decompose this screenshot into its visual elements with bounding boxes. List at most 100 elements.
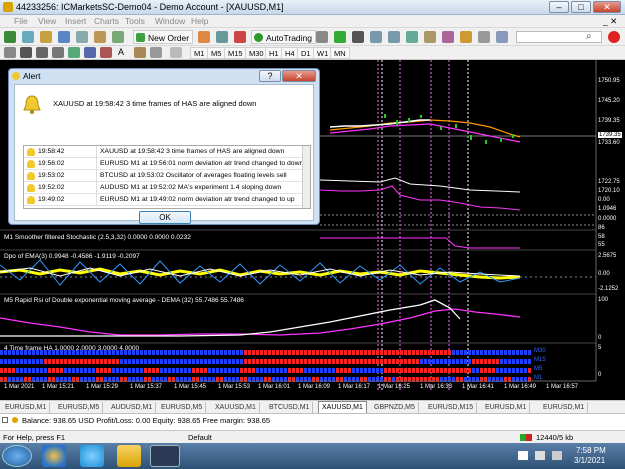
timeframe-mn[interactable]: MN <box>330 47 350 59</box>
list-item[interactable]: 19:58:42 XAUUSD at 19:58:42 3 time frames… <box>24 146 310 158</box>
timeframe-h4[interactable]: H4 <box>281 47 299 59</box>
crosshair-icon[interactable] <box>20 47 32 58</box>
timeframe-d1[interactable]: D1 <box>297 47 315 59</box>
terminal-close-icon[interactable] <box>2 417 8 423</box>
signals-icon[interactable] <box>216 31 228 43</box>
alert-list-scrollbar[interactable] <box>302 146 310 208</box>
zoom-out-icon[interactable] <box>388 31 400 43</box>
chart-tab[interactable]: XAUUSD,M1 <box>212 402 260 413</box>
candle <box>420 115 422 118</box>
menu-view[interactable]: View <box>38 16 56 26</box>
zoom-in-icon[interactable] <box>370 31 382 43</box>
list-item[interactable]: 19:56:02 EURUSD M1 at 19:56:01 norm devia… <box>24 158 310 170</box>
tile-windows-icon[interactable] <box>406 31 418 43</box>
metaeditor-icon[interactable] <box>198 31 210 43</box>
strategy-tester-icon[interactable] <box>112 31 124 43</box>
ha-cell <box>224 350 227 355</box>
timeframe-h1[interactable]: H1 <box>265 47 283 59</box>
periodicity-icon[interactable] <box>170 47 182 58</box>
ha-cell <box>168 350 171 355</box>
terminal-icon[interactable] <box>94 31 106 43</box>
arrows-icon[interactable] <box>150 47 162 58</box>
menu-help[interactable]: Help <box>191 16 208 26</box>
market-icon[interactable] <box>234 31 246 43</box>
ha-cell <box>304 359 307 364</box>
list-item[interactable]: 19:53:02 BTCUSD at 19:53:02 Oscillator of… <box>24 170 310 182</box>
bar-chart-icon[interactable] <box>316 31 328 43</box>
alert-dialog[interactable]: Alert ? ✕ XAUUSD at 19:58:42 3 time fram… <box>8 68 320 225</box>
menu-file[interactable]: File <box>14 16 28 26</box>
timeframe-m15[interactable]: M15 <box>224 47 247 59</box>
chart-tab[interactable]: EURUSD,M1 <box>482 402 531 413</box>
navigator-icon[interactable] <box>76 31 88 43</box>
ha-cell <box>252 350 255 355</box>
chart-tab[interactable]: BTCUSD,M1 <box>266 402 314 413</box>
ha-cell <box>488 359 491 364</box>
ha-cell <box>504 359 507 364</box>
autotrading-button[interactable]: AutoTrading <box>251 30 316 44</box>
text-tool-icon[interactable]: A <box>118 47 130 59</box>
list-item[interactable]: 19:49:02 EURUSD M1 at 19:49:02 norm devia… <box>24 194 310 206</box>
metatrader-taskbar-icon[interactable] <box>150 445 180 467</box>
cursor-icon[interactable] <box>4 47 16 58</box>
alert-title-bar[interactable]: Alert ? ✕ <box>9 69 319 83</box>
chart-tab[interactable]: GBPNZD,M5 <box>371 402 419 413</box>
line-chart-icon[interactable] <box>352 31 364 43</box>
file-explorer-icon[interactable] <box>117 445 141 467</box>
chart-tab[interactable]: EURUSD,M5 <box>158 402 207 413</box>
start-button[interactable] <box>2 445 32 467</box>
horizontal-line-icon[interactable] <box>52 47 64 58</box>
chart-tab[interactable]: EURUSD,M1 <box>540 402 589 413</box>
trendline-icon[interactable] <box>68 47 80 58</box>
profiles-icon[interactable] <box>22 31 34 43</box>
alert-help-button[interactable]: ? <box>259 70 281 82</box>
label-tool-icon[interactable] <box>134 47 146 58</box>
new-order-button[interactable]: New Order <box>133 30 194 44</box>
alert-close-button[interactable]: ✕ <box>282 70 316 82</box>
menu-tools[interactable]: Tools <box>125 16 145 26</box>
skype-icon[interactable] <box>80 445 104 467</box>
ok-button[interactable]: OK <box>139 211 191 224</box>
chart-tab[interactable]: EURUSD,M5 <box>55 402 104 413</box>
ha-cell <box>280 368 283 373</box>
notifications-icon[interactable] <box>608 31 620 43</box>
alert-list[interactable]: 19:58:42 XAUUSD at 19:58:42 3 time frames… <box>23 145 311 209</box>
ha-cell <box>64 359 67 364</box>
ha-cell <box>108 359 111 364</box>
channel-icon[interactable] <box>84 47 96 58</box>
chrome-icon[interactable] <box>42 445 66 467</box>
menu-insert[interactable]: Insert <box>65 16 86 26</box>
candle <box>396 120 398 125</box>
alert-row-time: 19:49:02 <box>38 196 65 203</box>
data-window-icon[interactable] <box>58 31 70 43</box>
timeframe-m1[interactable]: M1 <box>190 47 209 59</box>
chart-tab[interactable]: EURUSD,M1 <box>2 402 51 413</box>
close-button[interactable]: ✕ <box>593 1 621 13</box>
ha-cell <box>124 359 127 364</box>
search-icon[interactable]: ⌕ <box>586 31 598 43</box>
periods-icon[interactable] <box>478 31 490 43</box>
market-watch-icon[interactable] <box>40 31 52 43</box>
vertical-line-icon[interactable] <box>36 47 48 58</box>
list-item[interactable]: 19:52:02 AUDUSD M1 at 19:52:02 MA's exper… <box>24 182 310 194</box>
fibonacci-icon[interactable] <box>100 47 112 58</box>
ha-cell <box>172 368 175 373</box>
new-chart-icon[interactable] <box>4 31 16 43</box>
child-window-controls[interactable]: _ ✕ <box>603 16 617 27</box>
minimize-button[interactable]: – <box>549 1 569 13</box>
autoscroll-icon[interactable] <box>424 31 436 43</box>
indicators-icon[interactable] <box>460 31 472 43</box>
chart-shift-icon[interactable] <box>442 31 454 43</box>
menu-charts[interactable]: Charts <box>94 16 119 26</box>
ha-cell <box>488 368 491 373</box>
menu-window[interactable]: Window <box>155 16 185 26</box>
chart-tab[interactable]: AUDUSD,M1 <box>108 402 157 413</box>
timeframe-m5[interactable]: M5 <box>207 47 226 59</box>
maximize-button[interactable]: □ <box>571 1 591 13</box>
chart-tab[interactable]: EURUSD,M15 <box>425 402 478 413</box>
timeframe-toolbar: A M1 M5 M15 M30 H1 H4 D1 W1 MN <box>0 46 625 60</box>
candlestick-icon[interactable] <box>334 31 346 43</box>
ha-cell <box>416 359 419 364</box>
account-summary: Balance: 938.65 USD Profit/Loss: 0.00 Eq… <box>22 416 271 425</box>
templates-icon[interactable] <box>496 31 508 43</box>
